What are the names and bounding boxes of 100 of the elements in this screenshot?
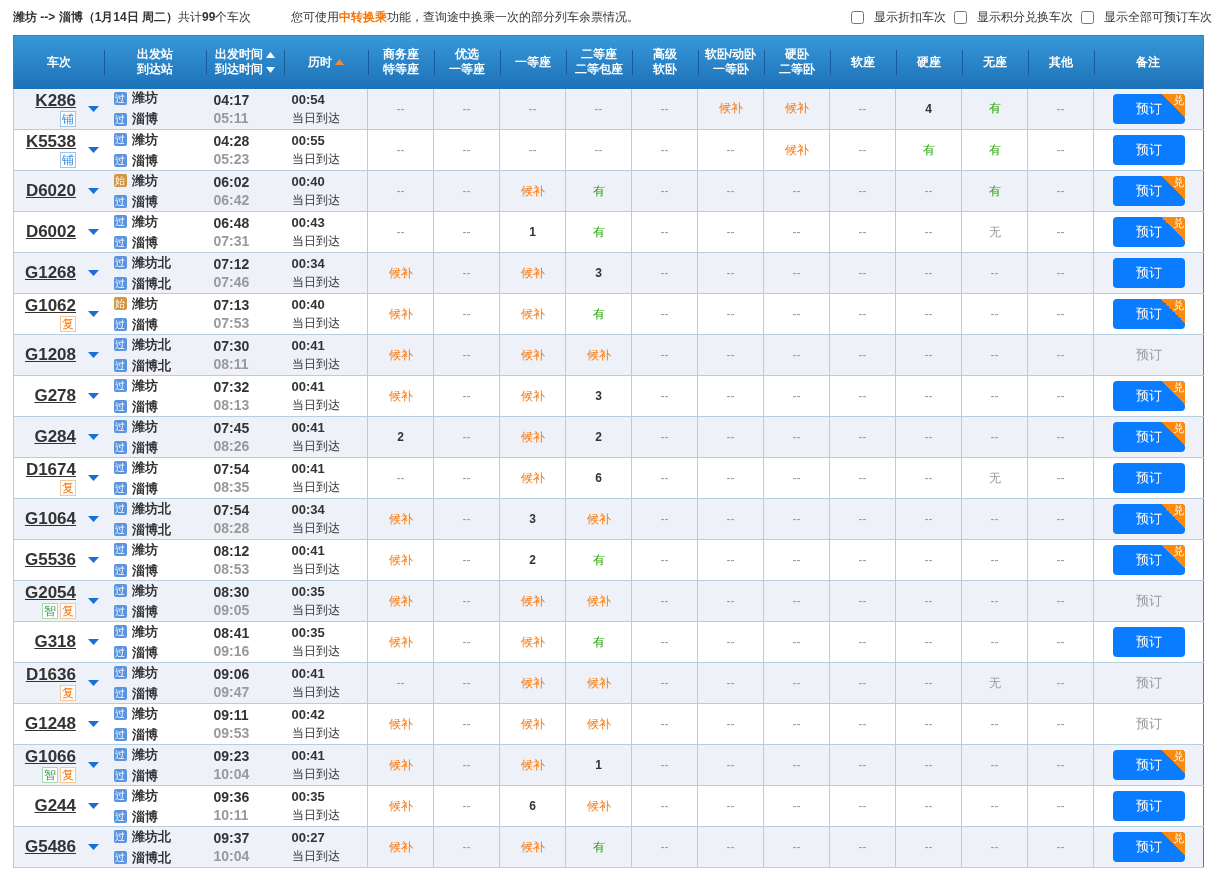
train-number[interactable]: G5486 (24, 837, 76, 857)
seat-availability: -- (367, 457, 434, 499)
train-number[interactable]: G1066 (24, 747, 76, 767)
caret-down-icon[interactable] (88, 270, 99, 276)
sort-up-icon[interactable] (265, 51, 275, 58)
book-button[interactable]: 预订 (1112, 258, 1185, 288)
caret-down-icon[interactable] (88, 147, 99, 153)
station-tag: 过 (113, 133, 127, 146)
caret-down-icon[interactable] (88, 188, 99, 194)
train-number[interactable]: G1268 (24, 263, 76, 283)
book-button[interactable]: 预订 兑 (1112, 422, 1185, 452)
caret-down-icon[interactable] (88, 229, 99, 235)
seat-availability: -- (433, 539, 500, 581)
book-button[interactable]: 预订 (1112, 463, 1185, 493)
arrival-day: 当日到达 (291, 314, 340, 332)
train-number[interactable]: D6020 (25, 181, 76, 201)
seat-availability: -- (895, 170, 962, 212)
train-number[interactable]: G284 (34, 427, 76, 447)
book-button[interactable]: 预订 兑 (1112, 750, 1185, 780)
book-button[interactable]: 预订 (1112, 627, 1185, 657)
caret-down-icon[interactable] (88, 105, 99, 112)
column-header[interactable]: 历时 (307, 54, 332, 70)
station-tag: 过 (113, 666, 127, 679)
seat-availability: 候补 (697, 88, 764, 130)
caret-down-icon[interactable] (88, 434, 99, 440)
seat-availability: -- (829, 88, 896, 130)
departure-time: 07:32 (213, 378, 250, 396)
station-name: 潍坊北 (131, 827, 171, 846)
train-number[interactable]: G5536 (24, 550, 76, 570)
train-number[interactable]: K286 (35, 90, 76, 111)
checkbox-label[interactable]: 显示折扣车次 (874, 9, 946, 26)
station-tag: 过 (113, 236, 127, 249)
station-tag: 过 (113, 523, 127, 536)
caret-down-icon[interactable] (88, 598, 99, 604)
station-tag: 过 (113, 769, 127, 782)
seat-availability: -- (631, 621, 698, 663)
arrival-time: 09:53 (213, 724, 250, 742)
column-header[interactable]: 到达时间 (214, 62, 263, 78)
caret-down-icon[interactable] (88, 680, 99, 686)
station-tag: 过 (113, 543, 127, 556)
train-number[interactable]: D6002 (25, 222, 76, 242)
checkbox[interactable] (1081, 11, 1094, 24)
book-button[interactable]: 预订 兑 (1112, 176, 1185, 206)
seat-availability: -- (631, 539, 698, 581)
checkbox[interactable] (954, 11, 967, 24)
checkbox-label[interactable]: 显示全部可预订车次 (1104, 9, 1212, 26)
seat-availability: -- (763, 498, 830, 540)
train-number[interactable]: G2054 (24, 583, 76, 603)
seat-availability: -- (895, 826, 962, 868)
caret-down-icon[interactable] (88, 516, 99, 522)
book-button[interactable]: 预订 兑 (1112, 93, 1185, 124)
book-button[interactable]: 预订 (1112, 135, 1185, 165)
train-number[interactable]: K5538 (25, 132, 76, 152)
train-number[interactable]: G278 (34, 386, 76, 406)
station-tag: 过 (113, 256, 127, 269)
caret-down-icon[interactable] (88, 721, 99, 727)
book-button[interactable]: 预订 兑 (1112, 299, 1185, 329)
caret-down-icon[interactable] (88, 393, 99, 399)
seat-availability: -- (433, 580, 500, 622)
station-name: 潍坊 (131, 376, 158, 395)
column-header[interactable]: 出发时间 (214, 47, 263, 63)
caret-down-icon[interactable] (88, 475, 99, 481)
train-number[interactable]: G318 (34, 632, 76, 652)
train-number[interactable]: G1248 (24, 714, 76, 734)
book-button[interactable]: 预订 (1112, 791, 1185, 821)
book-button[interactable]: 预订 兑 (1112, 545, 1185, 575)
seat-availability: -- (697, 129, 764, 171)
column-header: 二等包座 (574, 62, 623, 78)
caret-down-icon[interactable] (88, 803, 99, 809)
caret-down-icon[interactable] (88, 352, 99, 358)
caret-down-icon[interactable] (88, 639, 99, 645)
train-number[interactable]: G1208 (24, 345, 76, 365)
book-button[interactable]: 预订 兑 (1112, 832, 1185, 862)
departure-time: 07:54 (213, 460, 250, 478)
train-number[interactable]: D1674 (25, 460, 76, 480)
book-button[interactable]: 预订 兑 (1112, 217, 1185, 247)
checkbox-label[interactable]: 显示积分兑换车次 (977, 9, 1073, 26)
sort-down-icon[interactable] (265, 66, 275, 73)
duration: 00:55 (291, 132, 325, 150)
book-button[interactable]: 预订 兑 (1112, 381, 1185, 411)
column-header: 车次 (46, 54, 71, 70)
seat-availability: 候补 (367, 580, 434, 622)
caret-down-icon[interactable] (88, 311, 99, 317)
train-number[interactable]: G1064 (24, 509, 76, 529)
column-header: 一等座 (514, 54, 551, 70)
seat-availability: -- (763, 211, 830, 253)
arrival-time: 07:53 (213, 314, 250, 332)
station-tag: 过 (113, 810, 127, 823)
caret-down-icon[interactable] (88, 844, 99, 850)
checkbox[interactable] (851, 11, 864, 24)
train-number[interactable]: D1636 (25, 665, 76, 685)
seat-availability: 候补 (499, 457, 566, 499)
train-number[interactable]: G1062 (24, 296, 76, 316)
station-name: 淄博北 (131, 356, 171, 375)
train-number[interactable]: G244 (34, 796, 76, 816)
caret-down-icon[interactable] (88, 557, 99, 563)
caret-down-icon[interactable] (88, 762, 99, 768)
book-button[interactable]: 预订 兑 (1112, 504, 1185, 534)
seat-availability: -- (829, 498, 896, 540)
seat-availability: -- (631, 334, 698, 376)
